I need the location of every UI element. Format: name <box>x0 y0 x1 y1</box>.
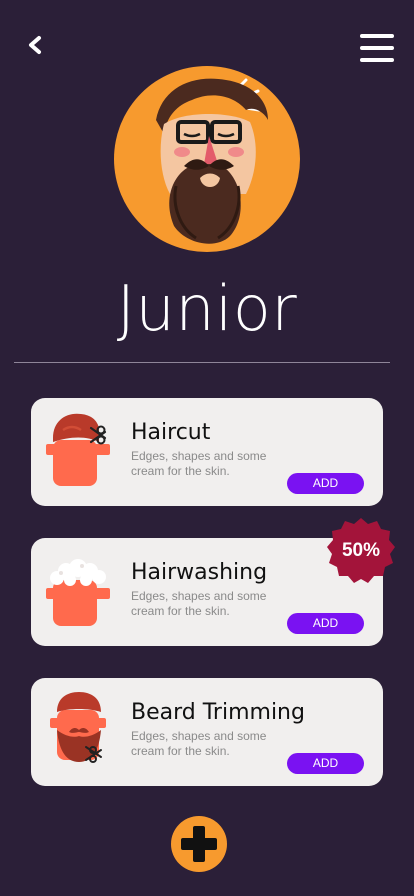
add-hairwashing-button[interactable]: ADD <box>287 613 364 634</box>
service-title: Haircut <box>131 420 211 445</box>
service-title: Hairwashing <box>131 560 268 585</box>
service-description: Edges, shapes and some cream for the ski… <box>131 589 267 618</box>
hamburger-menu-icon <box>360 34 394 62</box>
add-service-button[interactable] <box>171 816 227 872</box>
discount-label: 50% <box>341 540 381 561</box>
service-description: Edges, shapes and some cream for the ski… <box>131 449 267 478</box>
chevron-left-icon <box>29 36 41 54</box>
back-button[interactable] <box>22 32 48 58</box>
haircut-icon <box>43 412 115 490</box>
service-card-haircut: Haircut Edges, shapes and some cream for… <box>31 398 383 506</box>
hairwashing-icon <box>43 552 115 630</box>
barber-name: Junior <box>116 272 298 345</box>
plus-icon <box>181 826 217 862</box>
bearded-man-avatar-icon <box>156 78 268 244</box>
add-haircut-button[interactable]: ADD <box>287 473 364 494</box>
service-title: Beard Trimming <box>131 700 305 725</box>
beard-trimming-icon <box>43 692 115 770</box>
service-card-beard-trimming: Beard Trimming Edges, shapes and some cr… <box>31 678 383 786</box>
add-beard-trimming-button[interactable]: ADD <box>287 753 364 774</box>
service-description: Edges, shapes and some cream for the ski… <box>131 729 267 758</box>
avatar <box>114 66 300 252</box>
menu-button[interactable] <box>360 34 394 62</box>
divider <box>14 362 390 363</box>
discount-badge: 50% <box>325 516 397 588</box>
